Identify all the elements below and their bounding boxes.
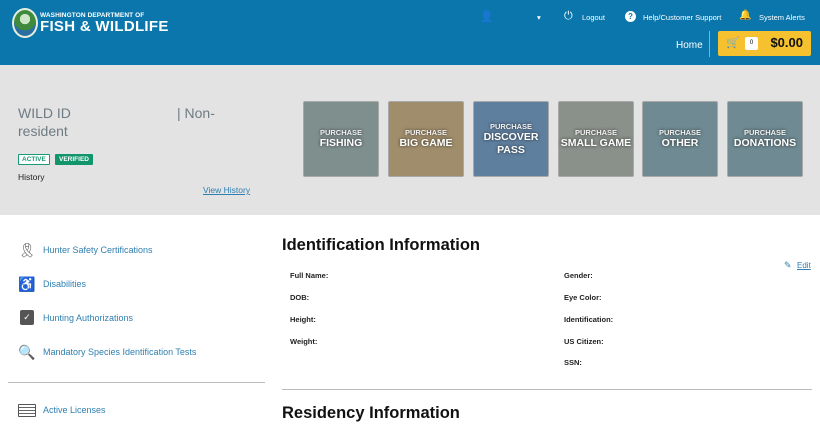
help-link[interactable]: Help/Customer Support <box>643 13 721 22</box>
sidebar-item-disabilities[interactable]: Disabilities <box>43 279 86 289</box>
logo-line2: FISH & WILDLIFE <box>40 18 169 35</box>
cart-total: $0.00 <box>770 35 803 50</box>
user-icon[interactable]: 👤 <box>480 10 494 23</box>
ribbon-icon: 🎗 <box>18 242 36 258</box>
field-label: Identification: <box>564 315 614 324</box>
divider <box>709 31 710 57</box>
tile-name: DISCOVER PASS <box>483 130 539 156</box>
tile-purchase-label: PURCHASE <box>489 121 533 131</box>
tile-name: DONATIONS <box>733 137 797 149</box>
history-label: History <box>18 172 45 182</box>
field-label: DOB: <box>290 293 310 302</box>
purchase-tile-other[interactable]: PURCHASE OTHER <box>642 101 718 177</box>
wild-id: WILD ID <box>18 105 71 121</box>
sidebar-item-species-tests[interactable]: Mandatory Species Identification Tests <box>43 347 196 357</box>
purchase-tile-small-game[interactable]: PURCHASE SMALL GAME <box>558 101 634 177</box>
bell-icon[interactable]: 🔔 <box>739 10 751 21</box>
purchase-tile-donations[interactable]: PURCHASE DONATIONS <box>727 101 803 177</box>
identification-title: Identification Information <box>282 236 480 254</box>
purchase-tile-fishing[interactable]: PURCHASE FISHING <box>303 101 379 177</box>
sidebar-item-hunter-safety[interactable]: Hunter Safety Certifications <box>43 245 153 255</box>
wdfw-seal-logo[interactable] <box>12 8 38 38</box>
tile-name: BIG GAME <box>399 137 453 149</box>
tile-purchase-label: PURCHASE <box>404 128 448 137</box>
section-divider <box>282 389 812 390</box>
power-icon[interactable]: ⏻ <box>564 10 573 23</box>
view-history-link[interactable]: View History <box>203 185 250 195</box>
system-alerts-link[interactable]: System Alerts <box>759 13 805 22</box>
help-icon[interactable]: ? <box>625 11 636 22</box>
edit-link[interactable]: Edit <box>797 261 811 270</box>
residency-status: | Non- <box>177 105 215 121</box>
field-label: US Citizen: <box>564 337 604 346</box>
tile-name: SMALL GAME <box>560 137 632 149</box>
residency-status-cont: resident <box>18 123 68 139</box>
pencil-icon[interactable]: ✎ <box>784 260 792 271</box>
clipboard-check-icon: ✓ <box>20 310 34 325</box>
wheelchair-icon: ♿ <box>18 276 36 292</box>
field-label: Height: <box>290 315 316 324</box>
field-label: Weight: <box>290 337 318 346</box>
sidebar-item-active-licenses[interactable]: Active Licenses <box>43 405 106 415</box>
field-label: Full Name: <box>290 271 329 280</box>
verified-badge: VERIFIED <box>55 154 93 165</box>
purchase-tile-big-game[interactable]: PURCHASE BIG GAME <box>388 101 464 177</box>
purchase-tile-discover-pass[interactable]: PURCHASE DISCOVER PASS <box>473 101 549 177</box>
field-label: SSN: <box>564 358 582 367</box>
sidebar-divider <box>8 382 265 383</box>
residency-title: Residency Information <box>282 404 460 422</box>
cart-button[interactable]: 🛒 0 $0.00 <box>718 31 811 56</box>
species-search-icon: 🔍 <box>18 344 36 360</box>
user-dropdown-caret[interactable]: ▾ <box>537 13 541 22</box>
tile-name: OTHER <box>661 137 699 149</box>
logout-link[interactable]: Logout <box>582 13 605 22</box>
top-header: WASHINGTON DEPARTMENT OF FISH & WILDLIFE… <box>0 0 820 65</box>
tile-purchase-label: PURCHASE <box>574 128 618 137</box>
active-badge: ACTIVE <box>18 154 50 165</box>
tile-purchase-label: PURCHASE <box>743 128 787 137</box>
tile-name: FISHING <box>319 137 363 149</box>
field-label: Eye Color: <box>564 293 602 302</box>
sidebar-item-hunting-authorizations[interactable]: Hunting Authorizations <box>43 313 133 323</box>
license-list-icon <box>18 404 36 417</box>
tile-purchase-label: PURCHASE <box>319 128 363 137</box>
cart-count: 0 <box>745 37 758 50</box>
field-label: Gender: <box>564 271 593 280</box>
home-link[interactable]: Home <box>676 40 703 51</box>
cart-icon: 🛒 <box>726 37 740 49</box>
tile-purchase-label: PURCHASE <box>658 128 702 137</box>
